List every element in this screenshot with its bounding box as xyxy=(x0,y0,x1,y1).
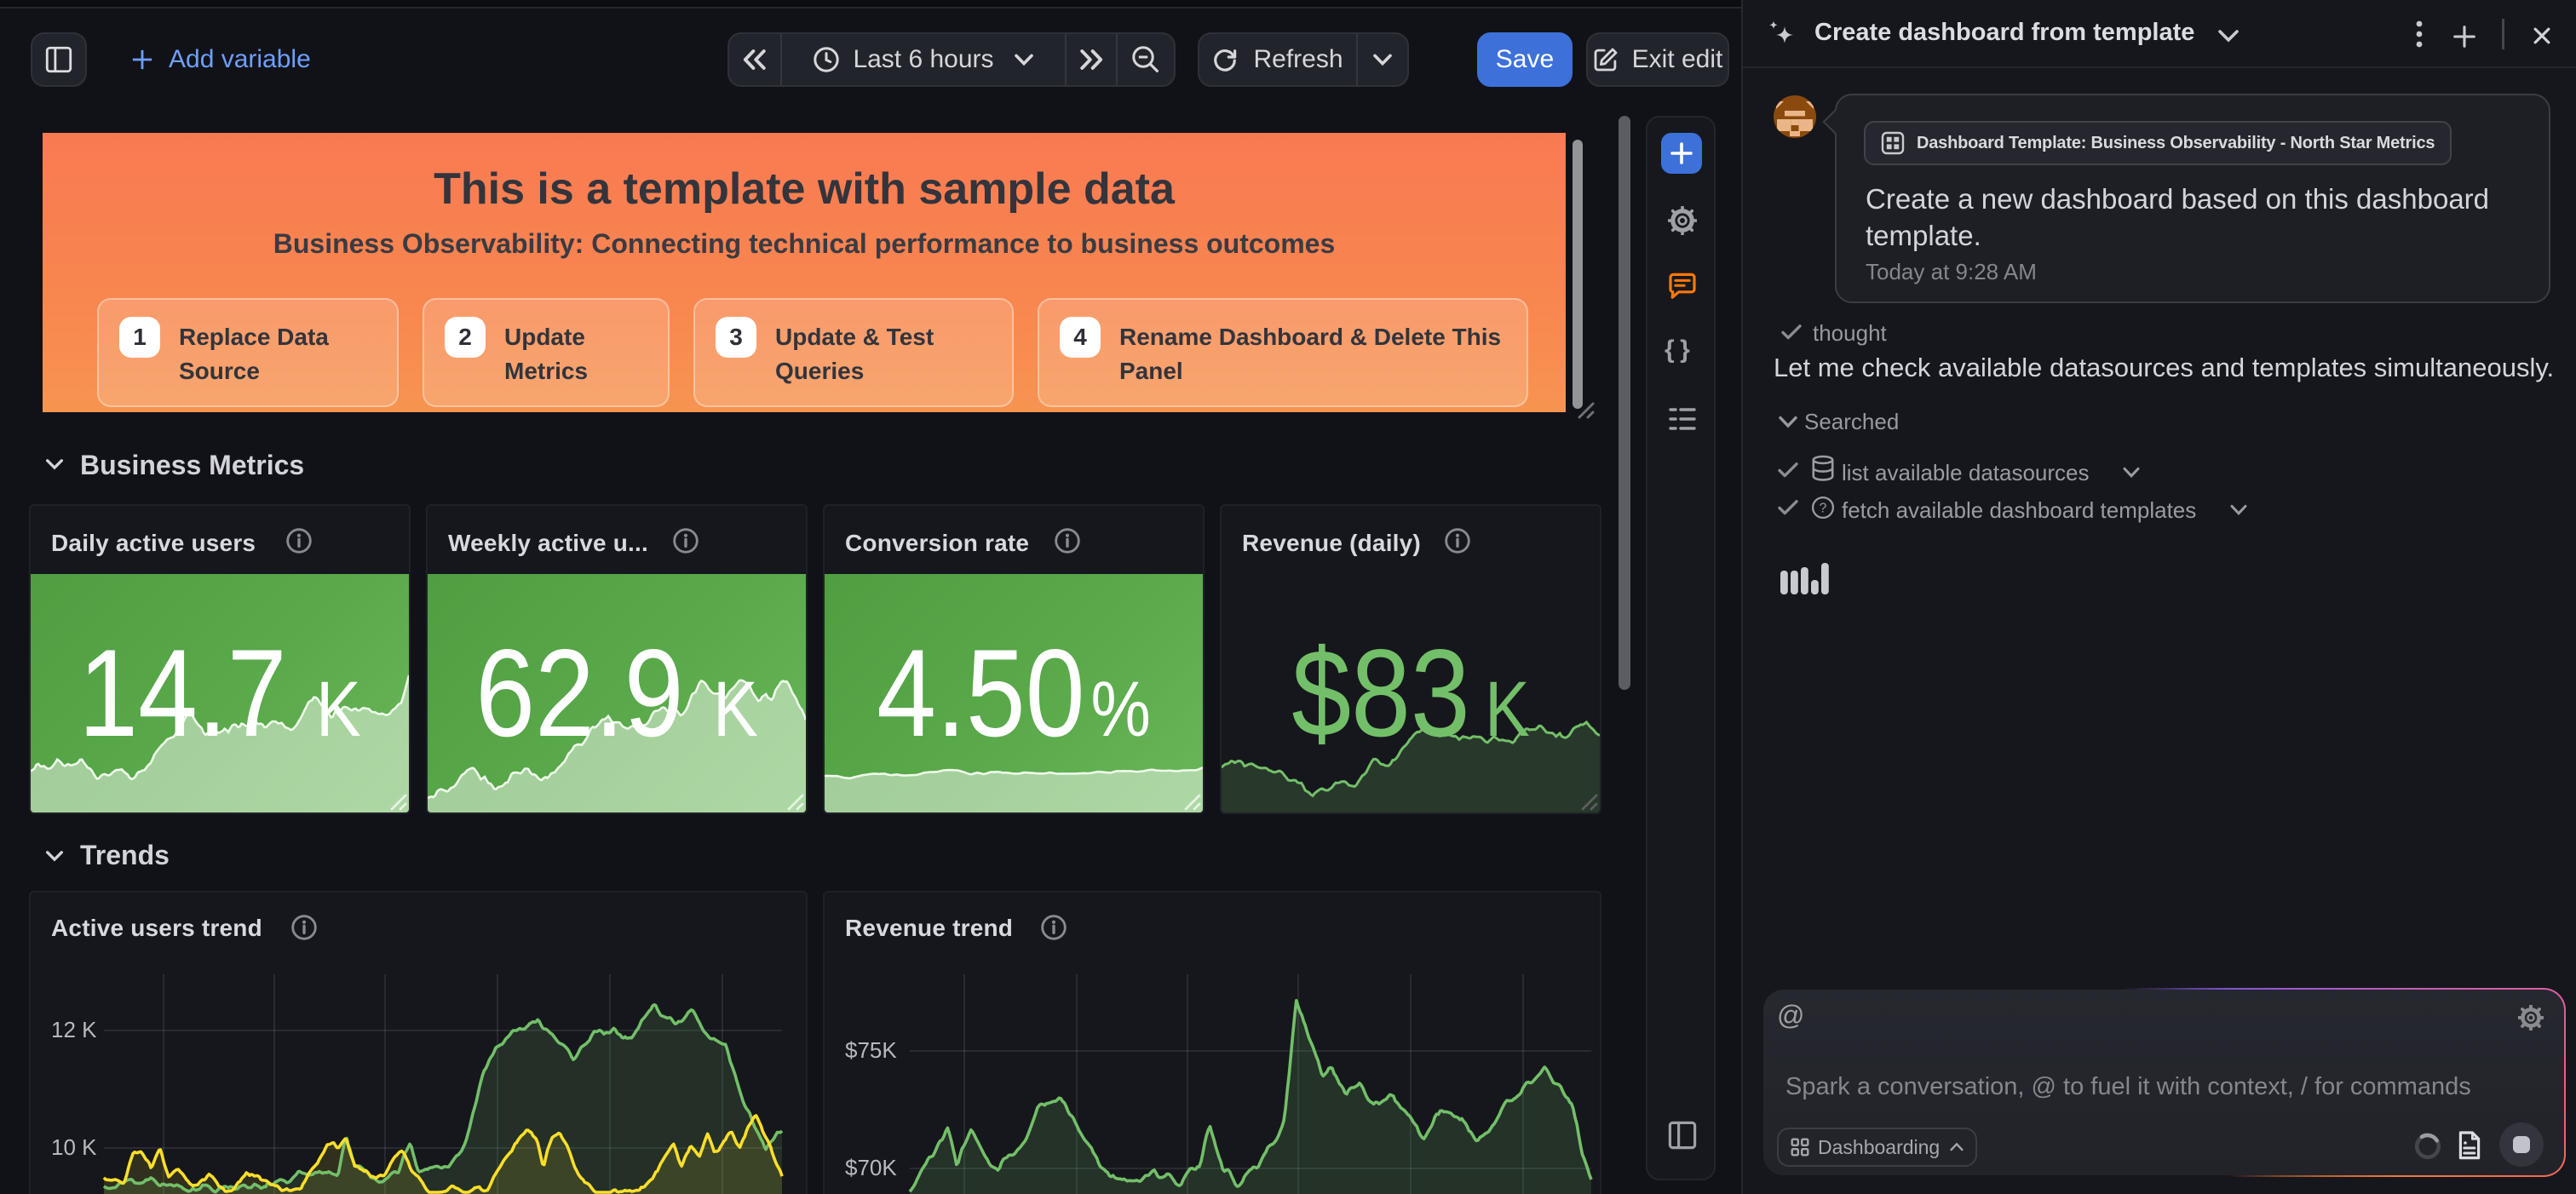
svg-text:?: ? xyxy=(1820,501,1827,515)
